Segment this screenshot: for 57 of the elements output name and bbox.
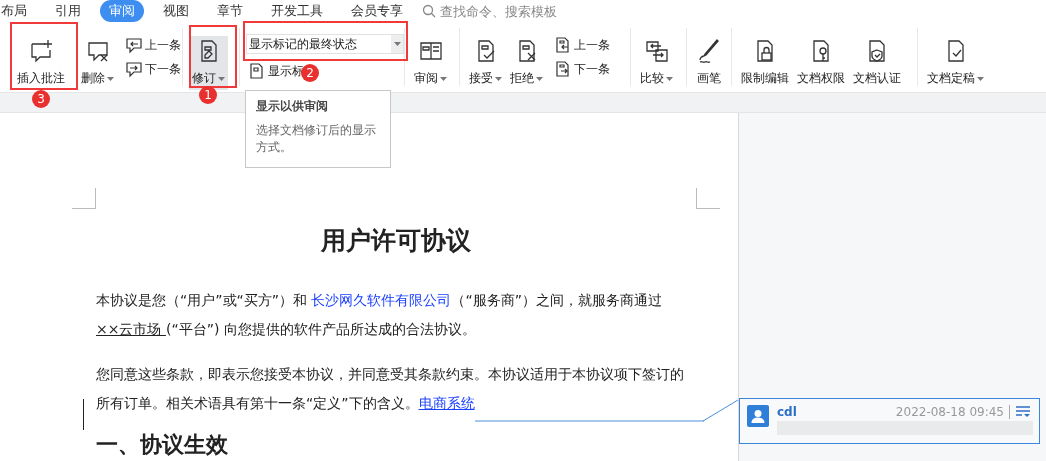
previous-change-icon (554, 36, 572, 54)
menu-tab[interactable]: 开发工具 (262, 0, 332, 22)
ribbon-button[interactable]: 拒绝 (507, 36, 546, 90)
document-title: 用户许可协议 (320, 225, 472, 257)
menu-tab[interactable]: 布局 (0, 0, 36, 22)
page-corner-mark (696, 188, 720, 209)
menu-tab[interactable]: 章节 (208, 0, 252, 22)
comment-plus-icon (28, 38, 54, 64)
ribbon-button[interactable]: 删除 (78, 36, 117, 90)
caret-icon (495, 76, 502, 81)
body-paragraph: 本协议是您（“用户”或“买方”）和 长沙网久软件有限公司（“服务商”）之间，就服务商通过 ××云市场 (“平台”) 向您提供的软件产品所达成的合法协议。 (96, 291, 663, 339)
caret-icon (107, 76, 114, 81)
tooltip-text: 选择文档修订后的显示方式。 (256, 122, 377, 156)
ribbon-button[interactable]: 比较 (637, 36, 676, 90)
menu-tab[interactable]: 视图 (154, 0, 198, 22)
next-comment-icon (125, 60, 143, 78)
caret-icon (440, 76, 447, 81)
compare-icon (643, 38, 670, 64)
caret-icon (977, 76, 984, 81)
menu-icon[interactable] (1009, 405, 1033, 419)
caret-icon (536, 76, 543, 81)
caret-icon (218, 76, 225, 81)
ribbon-button[interactable]: 文档认证 (850, 36, 904, 90)
ribbon-button[interactable]: 下一条 (123, 60, 183, 78)
body-paragraph: 您同意这些条款，即表示您接受本协议，并同意受其条款约束。本协议适用于本协议项下签订的所有订单。相关术语具有第十一条“定义”下的含义。电商系统 (96, 365, 684, 413)
comment-author: cdl (777, 405, 797, 419)
search-field[interactable]: 查找命令、搜索模板 (438, 2, 582, 20)
caret-icon (666, 76, 673, 81)
previous-comment-icon (125, 36, 143, 54)
next-change-icon (554, 60, 572, 78)
step-badge: 3 (32, 90, 50, 108)
text-link[interactable]: 长沙网久软件有限公司 (311, 292, 452, 308)
ribbon-button[interactable]: 文档定稿 (924, 36, 987, 90)
menu-tab[interactable]: 引用 (46, 0, 90, 22)
highlight-frame (10, 22, 78, 90)
ribbon-button[interactable]: 下一条 (552, 60, 612, 78)
display-mode-dropdown[interactable]: 显示标记的最终状态 (246, 34, 404, 54)
text-link[interactable]: 电商系统 (418, 395, 475, 411)
ribbon-button[interactable]: 文档权限 (794, 36, 848, 90)
ribbon-button[interactable]: 插入批注 (14, 36, 68, 90)
ribbon-button[interactable]: 限制编辑 (738, 36, 792, 90)
ribbon-button[interactable]: 接受 (466, 36, 505, 90)
tooltip-title: 显示以供审阅 (256, 99, 329, 114)
ribbon-button[interactable]: 画笔 (693, 36, 725, 90)
ribbon-button[interactable]: 修订 (189, 36, 228, 90)
comment-time: 2022-08-18 09:45 (895, 405, 1004, 419)
ribbon-button[interactable]: 审阅 (411, 36, 450, 90)
ribbon-button[interactable]: 上一条 (123, 36, 183, 54)
page-corner-mark (72, 188, 96, 209)
search-icon (422, 4, 436, 18)
highlight-frame (189, 25, 237, 88)
ribbon-button[interactable]: 上一条 (552, 36, 612, 54)
avatar-icon (747, 405, 769, 427)
menu-tab[interactable]: 会员专享 (342, 0, 412, 22)
section-heading: 一、协议生效 (96, 430, 229, 459)
caret-icon (393, 42, 401, 46)
document-icon (248, 62, 266, 80)
